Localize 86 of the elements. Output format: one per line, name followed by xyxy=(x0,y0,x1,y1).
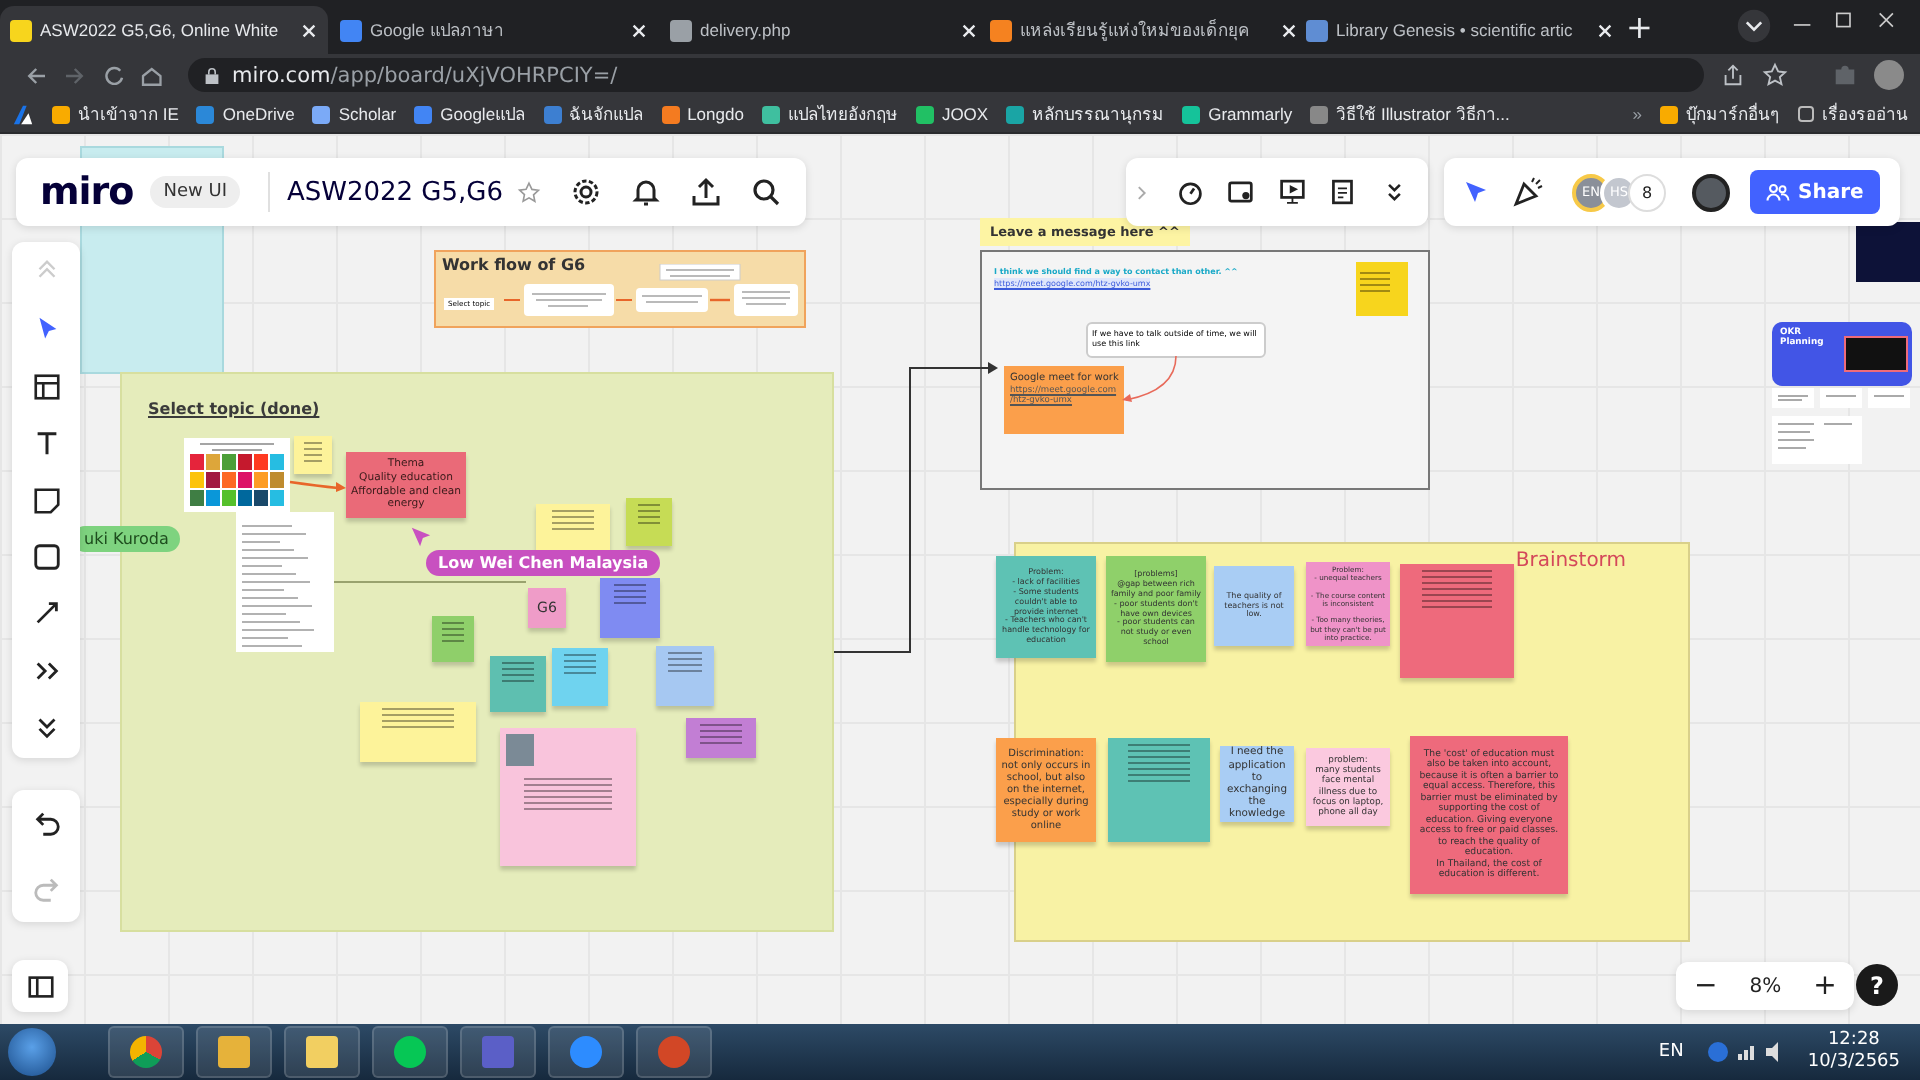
bell-icon[interactable] xyxy=(629,176,662,208)
bookmark-link[interactable]: Grammarly xyxy=(1182,104,1293,124)
address-bar[interactable]: miro.com/app/board/uXjVOHRPCIY=/ xyxy=(188,58,1704,92)
help-button[interactable]: ? xyxy=(1856,964,1898,1006)
tab-title: Google แปลภาษา xyxy=(370,18,506,44)
new-ui-badge[interactable]: New UI xyxy=(149,176,241,208)
tab-title: delivery.php xyxy=(700,20,793,40)
goals-list-picture xyxy=(236,512,334,652)
profile-avatar[interactable] xyxy=(1874,60,1904,90)
bookmark-link[interactable]: Scholar xyxy=(312,104,397,124)
chat-taskbar-icon[interactable] xyxy=(372,1026,448,1078)
cursor-icon xyxy=(410,526,432,548)
frame-title: Select topic (done) xyxy=(148,400,320,418)
connector-arrow xyxy=(289,480,346,492)
miro-logo[interactable]: miro xyxy=(40,170,134,214)
site-icon xyxy=(1306,19,1328,41)
frame-title: Brainstorm xyxy=(1515,550,1626,572)
bookmark-link[interactable]: แปลไทยอังกฤษ xyxy=(761,100,898,128)
board-title[interactable]: ASW2022 G5,G6 xyxy=(286,177,504,207)
people-icon xyxy=(1766,183,1790,201)
notes-icon[interactable] xyxy=(1328,176,1358,208)
connector-arrow xyxy=(1122,355,1177,402)
browser-tab[interactable]: Google แปลภาษา xyxy=(330,6,658,54)
book-taskbar-icon[interactable] xyxy=(196,1026,272,1078)
undo-icon[interactable] xyxy=(31,808,61,838)
start-button[interactable] xyxy=(8,1028,56,1076)
template-cards-drawing xyxy=(1772,388,1910,468)
bookmark-link[interactable]: หลักบรรณานุกรม xyxy=(1006,100,1165,128)
zoom-in-button[interactable]: + xyxy=(1813,970,1837,1002)
site-icon xyxy=(10,19,32,41)
apps-icon[interactable] xyxy=(12,103,34,125)
reading-list-button[interactable]: เรื่องรออ่าน xyxy=(1798,100,1908,128)
templates-icon[interactable] xyxy=(31,371,61,402)
tab-title: แหล่งเรียนรู้แห่งใหม่ของเด็กยุค xyxy=(1020,17,1252,44)
star-icon[interactable] xyxy=(515,179,542,205)
party-popper-icon[interactable] xyxy=(1512,176,1544,208)
sticky-note[interactable] xyxy=(536,504,610,552)
bookmark-link[interactable]: JOOX xyxy=(915,104,989,124)
close-icon[interactable] xyxy=(1596,21,1614,39)
sticky-note-icon[interactable] xyxy=(31,485,61,515)
settings-icon[interactable] xyxy=(569,176,602,208)
card-icon[interactable] xyxy=(1226,176,1256,208)
bookmark-link[interactable]: วิธีใช้ Illustrator วิธีกา... xyxy=(1310,100,1510,128)
clock-time[interactable]: 12:28 xyxy=(1827,1030,1880,1052)
browser-tab[interactable]: ASW2022 G5,G6, Online White xyxy=(0,6,328,54)
language-indicator[interactable]: EN xyxy=(1658,1042,1684,1062)
close-icon[interactable] xyxy=(960,21,978,39)
folder-taskbar-icon[interactable] xyxy=(284,1026,360,1078)
clock-date[interactable]: 10/3/2565 xyxy=(1807,1052,1900,1074)
user-avatar[interactable] xyxy=(1692,173,1730,211)
tab-title: ASW2022 G5,G6, Online White xyxy=(40,20,281,40)
zoom-out-button[interactable]: − xyxy=(1694,970,1718,1002)
goals-grid-picture xyxy=(184,438,290,512)
star-icon[interactable] xyxy=(1762,62,1788,88)
chevron-down-icon[interactable] xyxy=(1736,8,1772,44)
close-icon[interactable] xyxy=(1280,21,1298,39)
bookmark-link[interactable]: Googleแปล xyxy=(414,100,526,128)
upload-icon[interactable] xyxy=(689,176,722,208)
close-icon[interactable] xyxy=(630,21,648,39)
presentation-icon[interactable] xyxy=(1277,176,1307,208)
site-icon xyxy=(990,19,1012,41)
bookmark-link[interactable]: นำเข้าจาก IE xyxy=(52,100,179,128)
new-tab-button[interactable]: + xyxy=(1626,8,1653,46)
video-call-taskbar-icon[interactable] xyxy=(548,1026,624,1078)
bookmark-link[interactable]: Longdo xyxy=(661,104,744,124)
frame-title: Work flow of G6 xyxy=(442,256,586,274)
site-icon xyxy=(340,19,362,41)
shape-tool-icon[interactable] xyxy=(31,541,61,572)
share-button[interactable]: Share xyxy=(1750,170,1880,214)
template-thumbnail[interactable] xyxy=(1856,222,1920,282)
collaborator-count[interactable]: 8 xyxy=(1628,173,1666,211)
tab-title: Library Genesis • scientific artic xyxy=(1336,20,1575,40)
zoom-level[interactable]: 8% xyxy=(1749,975,1782,997)
site-icon xyxy=(670,19,692,41)
sidebar-icon[interactable] xyxy=(25,971,55,1001)
bookmark-link[interactable]: OneDrive xyxy=(196,104,295,124)
browser-taskbar-icon[interactable] xyxy=(108,1026,184,1078)
close-icon[interactable] xyxy=(300,21,318,39)
share-icon[interactable] xyxy=(1720,62,1746,88)
collaborator-cursor-label: Low Wei Chen Malaysia xyxy=(426,550,661,576)
bookmark-link[interactable]: ฉันจักแปล xyxy=(543,100,644,128)
more-bookmarks-button[interactable]: » xyxy=(1632,104,1642,124)
video-thumbnail xyxy=(1844,336,1908,372)
other-bookmarks-folder[interactable]: บุ๊กมาร์กอื่นๆ xyxy=(1660,100,1780,128)
search-icon[interactable] xyxy=(749,176,782,208)
line-tool-icon[interactable] xyxy=(31,598,61,629)
